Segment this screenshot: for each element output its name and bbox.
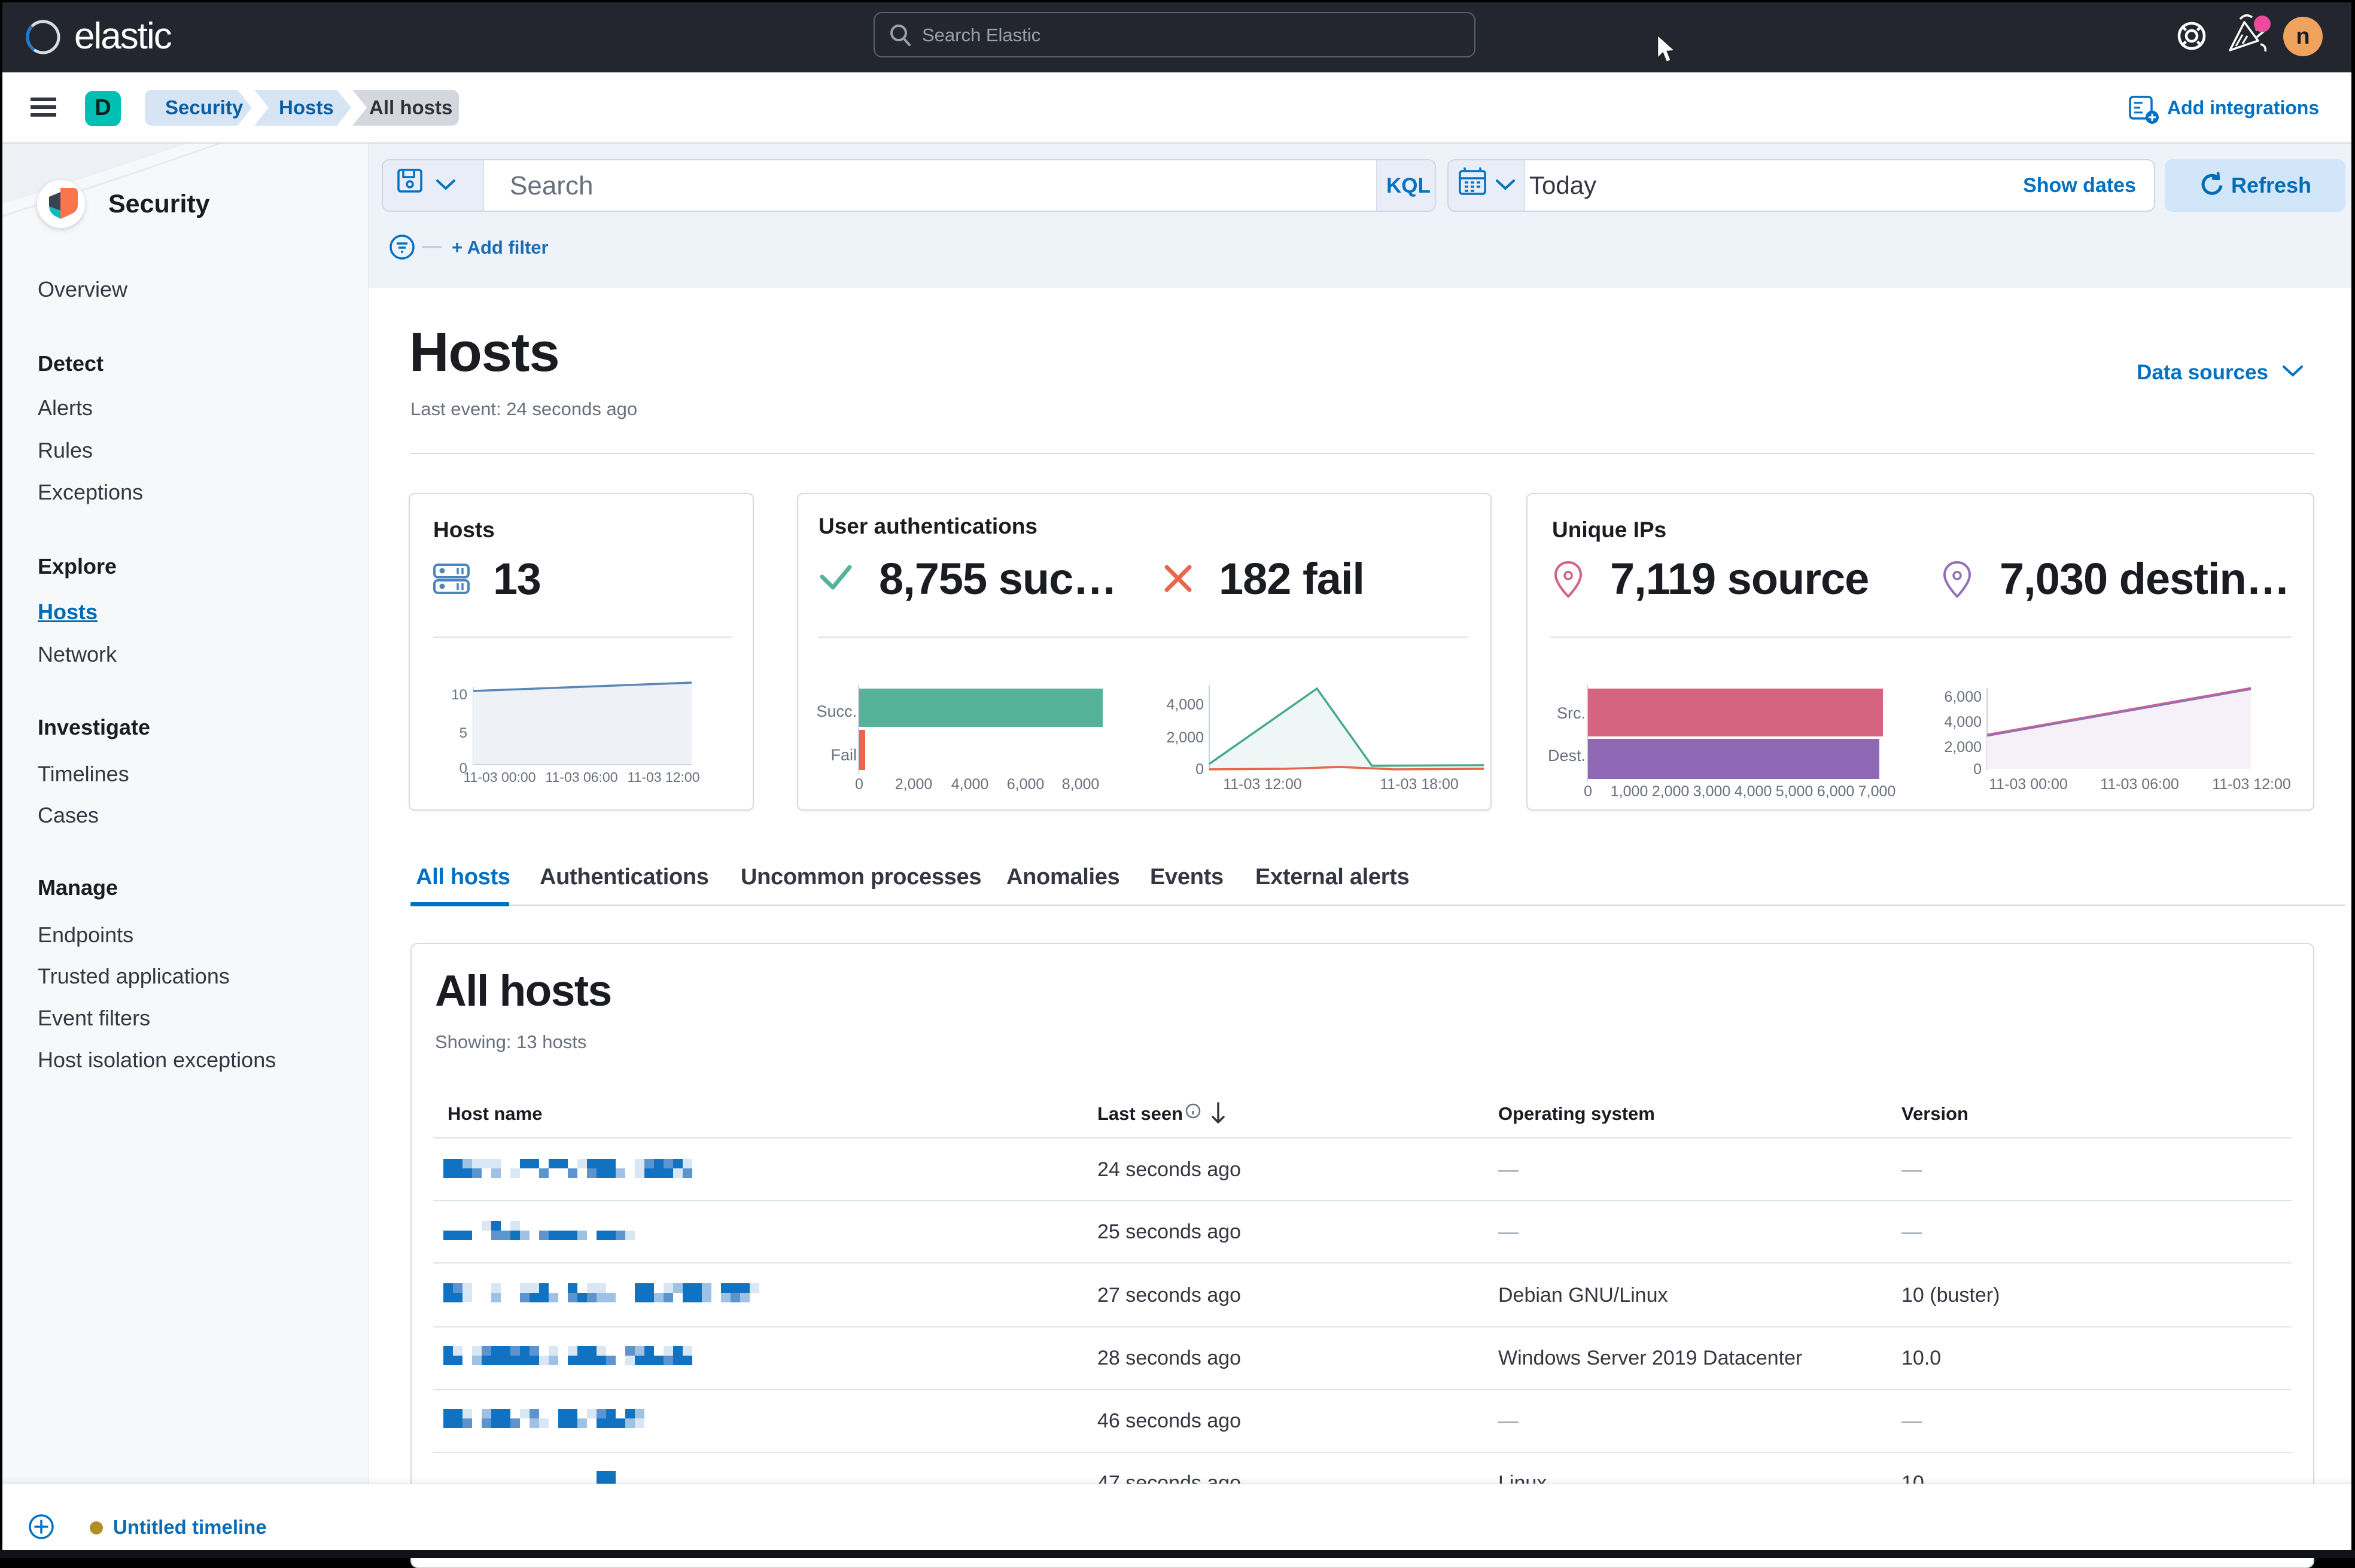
svg-text:4,000: 4,000 [951, 776, 989, 793]
svg-text:6,000: 6,000 [1007, 776, 1045, 793]
svg-text:4,000: 4,000 [1735, 783, 1772, 800]
svg-text:6,000: 6,000 [1944, 689, 1982, 705]
svg-text:11-03 06:00: 11-03 06:00 [545, 769, 617, 785]
svg-text:6,000: 6,000 [1817, 783, 1855, 800]
svg-text:11-03 06:00: 11-03 06:00 [2100, 776, 2179, 793]
svg-text:0: 0 [1973, 761, 1982, 778]
svg-text:Succ.: Succ. [816, 702, 857, 720]
svg-text:11-03 18:00: 11-03 18:00 [1380, 776, 1459, 793]
svg-text:4,000: 4,000 [1166, 696, 1204, 713]
svg-text:7,000: 7,000 [1858, 783, 1896, 800]
svg-text:8,000: 8,000 [1062, 776, 1100, 793]
svg-text:2,000: 2,000 [1652, 783, 1690, 800]
svg-text:2,000: 2,000 [1944, 739, 1982, 756]
svg-text:0: 0 [1584, 783, 1592, 800]
svg-text:11-03 00:00: 11-03 00:00 [463, 769, 535, 785]
svg-text:0: 0 [855, 776, 863, 793]
svg-text:11-03 12:00: 11-03 12:00 [1223, 776, 1302, 793]
svg-text:5,000: 5,000 [1776, 783, 1814, 800]
svg-text:5: 5 [460, 725, 467, 741]
svg-text:Fail: Fail [830, 746, 857, 764]
svg-text:2,000: 2,000 [895, 776, 933, 793]
svg-text:Dest.: Dest. [1548, 747, 1586, 765]
svg-text:11-03 00:00: 11-03 00:00 [1989, 776, 2068, 793]
svg-text:Src.: Src. [1557, 704, 1586, 722]
svg-text:0: 0 [1195, 761, 1204, 778]
svg-text:n: n [2296, 24, 2310, 49]
svg-text:4,000: 4,000 [1944, 714, 1982, 730]
svg-text:11-03 12:00: 11-03 12:00 [627, 769, 699, 785]
svg-text:2,000: 2,000 [1166, 729, 1204, 746]
svg-text:11-03 12:00: 11-03 12:00 [2212, 776, 2291, 793]
svg-text:3,000: 3,000 [1693, 783, 1731, 800]
svg-text:10: 10 [451, 687, 467, 703]
svg-text:1,000: 1,000 [1611, 783, 1648, 800]
